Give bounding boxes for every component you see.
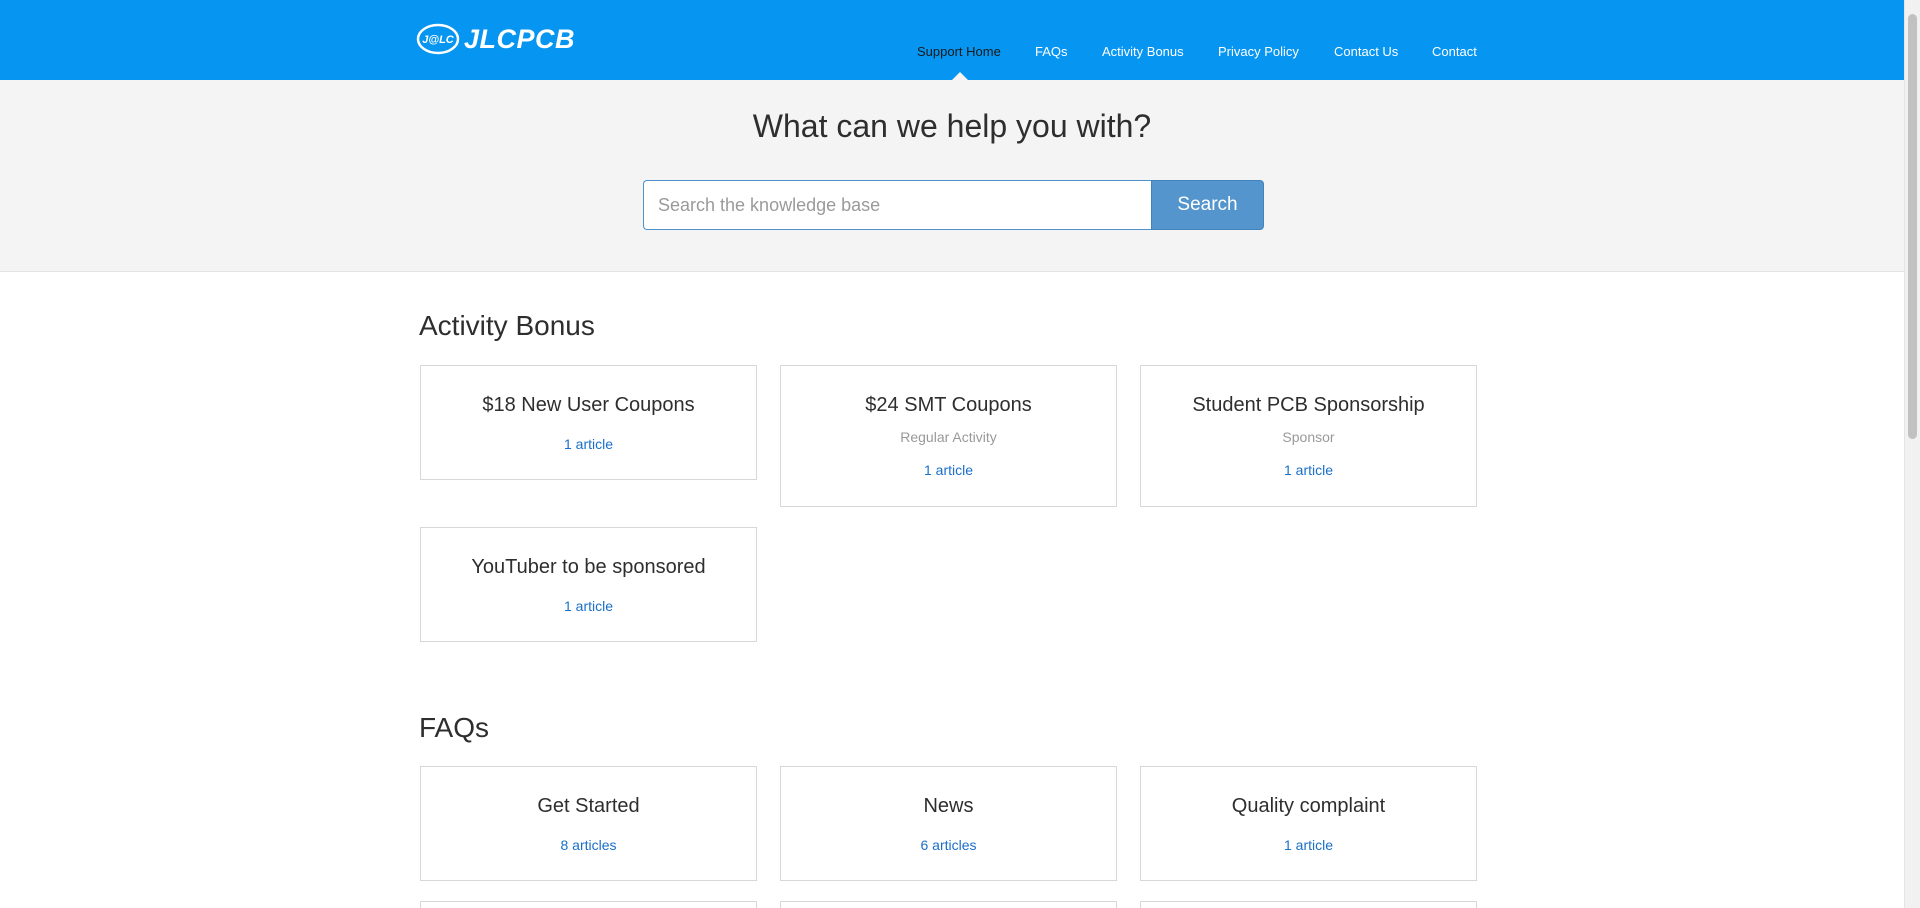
active-nav-indicator — [952, 72, 968, 80]
card-article-count[interactable]: 1 article — [421, 598, 756, 614]
category-card-youtuber-sponsored[interactable]: YouTuber to be sponsored 1 article — [420, 527, 757, 642]
search-button[interactable]: Search — [1151, 180, 1264, 230]
category-card-partial[interactable] — [420, 901, 757, 908]
logo-badge-text: J@LC — [422, 34, 455, 46]
search-input[interactable] — [643, 180, 1151, 230]
site-header: J@LC JLCPCB Support Home FAQs Activity B… — [0, 0, 1904, 80]
category-card-partial[interactable] — [1140, 901, 1477, 908]
category-card-smt-coupons[interactable]: $24 SMT Coupons Regular Activity 1 artic… — [780, 365, 1117, 507]
category-card-quality-complaint[interactable]: Quality complaint 1 article — [1140, 766, 1477, 881]
category-card-student-pcb-sponsorship[interactable]: Student PCB Sponsorship Sponsor 1 articl… — [1140, 365, 1477, 507]
nav-activity-bonus[interactable]: Activity Bonus — [1102, 44, 1184, 60]
card-subtitle: Sponsor — [1282, 429, 1335, 445]
card-title: $24 SMT Coupons — [865, 394, 1032, 416]
card-title: YouTuber to be sponsored — [471, 556, 706, 578]
section-title-activity-bonus: Activity Bonus — [419, 310, 595, 341]
card-article-count[interactable]: 1 article — [1141, 462, 1476, 478]
card-subtitle: Regular Activity — [900, 429, 997, 445]
search-hero: What can we help you with? Search — [0, 80, 1904, 272]
card-title: $18 New User Coupons — [482, 394, 695, 416]
card-title: News — [923, 795, 974, 817]
category-card-news[interactable]: News 6 articles — [780, 766, 1117, 881]
card-article-count[interactable]: 1 article — [781, 462, 1116, 478]
card-title: Quality complaint — [1231, 795, 1386, 817]
card-article-count[interactable]: 1 article — [421, 436, 756, 452]
vertical-scrollbar[interactable] — [1904, 0, 1920, 908]
hero-title: What can we help you with? — [752, 108, 1152, 144]
nav-contact-us[interactable]: Contact Us — [1334, 44, 1398, 60]
card-article-count[interactable]: 1 article — [1141, 837, 1476, 853]
nav-contact[interactable]: Contact — [1432, 44, 1477, 60]
jlc-logo-icon: J@LC — [416, 22, 460, 56]
category-card-partial[interactable] — [780, 901, 1117, 908]
logo-wordmark: JLCPCB — [464, 23, 576, 54]
card-title: Get Started — [537, 795, 640, 817]
jlcpcb-logo[interactable]: J@LC JLCPCB — [416, 20, 575, 58]
card-title: Student PCB Sponsorship — [1192, 394, 1425, 416]
scrollbar-thumb[interactable] — [1908, 14, 1917, 439]
nav-support-home[interactable]: Support Home — [917, 44, 1001, 60]
category-card-get-started[interactable]: Get Started 8 articles — [420, 766, 757, 881]
card-article-count[interactable]: 6 articles — [781, 837, 1116, 853]
nav-faqs[interactable]: FAQs — [1035, 44, 1068, 60]
card-article-count[interactable]: 8 articles — [421, 837, 756, 853]
nav-privacy-policy[interactable]: Privacy Policy — [1218, 44, 1299, 60]
page: J@LC JLCPCB Support Home FAQs Activity B… — [0, 0, 1904, 908]
section-title-faqs: FAQs — [419, 712, 490, 743]
search-form: Search — [643, 180, 1264, 230]
category-card-new-user-coupons[interactable]: $18 New User Coupons 1 article — [420, 365, 757, 480]
